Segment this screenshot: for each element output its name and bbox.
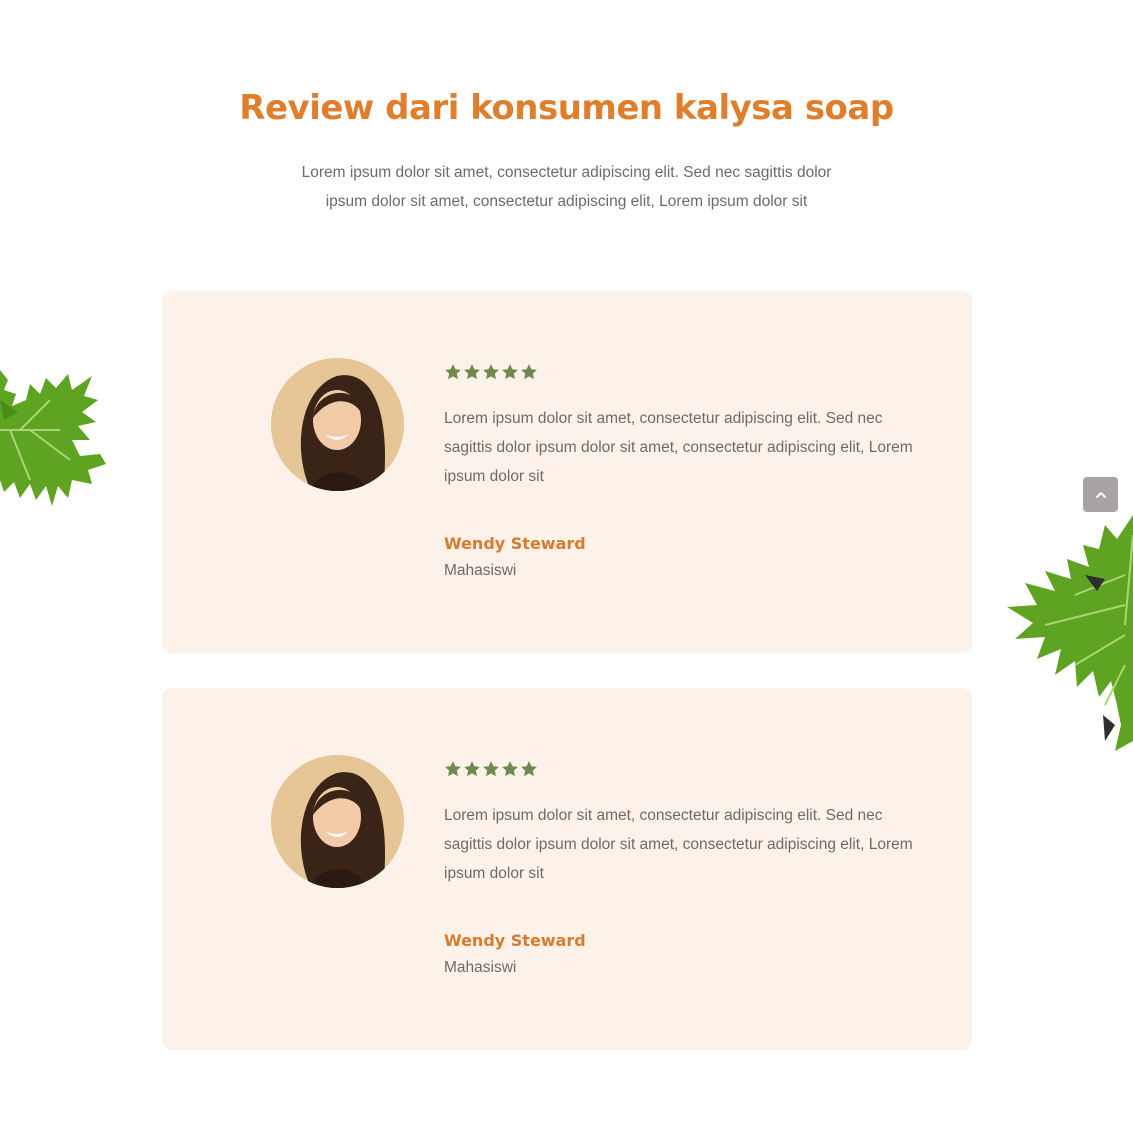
star-icon [521,761,537,777]
star-icon [483,761,499,777]
section-title: Review dari konsumen kalysa soap [239,88,894,128]
chevron-up-icon [1095,491,1106,498]
review-text: Lorem ipsum dolor sit amet, consectetur … [444,807,913,882]
star-icon [464,364,480,380]
review-text: Lorem ipsum dolor sit amet, consectetur … [444,410,913,485]
section-intro: Lorem ipsum dolor sit amet, consectetur … [301,164,832,210]
star-icon [445,364,461,380]
papaya-leaf-left-decoration [0,360,110,534]
papaya-leaf-icon [1007,515,1133,751]
reviewer-role: Mahasiswi [444,959,517,976]
star-icon [502,364,518,380]
avatar [271,755,404,888]
reviewer-name: Wendy Steward [444,931,586,950]
star-icon [464,761,480,777]
scroll-to-top-button[interactable] [1083,477,1118,512]
rating-stars [444,760,538,778]
star-icon [521,364,537,380]
star-icon [445,761,461,777]
papaya-leaf-right-decoration [985,515,1133,759]
reviewer-role: Mahasiswi [444,562,517,579]
reviewer-name: Wendy Steward [444,534,586,553]
papaya-leaf-icon [0,370,106,506]
review-card: Lorem ipsum dolor sit amet, consectetur … [162,688,972,1050]
star-icon [483,364,499,380]
rating-stars [444,363,538,381]
star-icon [502,761,518,777]
avatar [271,358,404,491]
review-card: Lorem ipsum dolor sit amet, consectetur … [162,291,972,653]
